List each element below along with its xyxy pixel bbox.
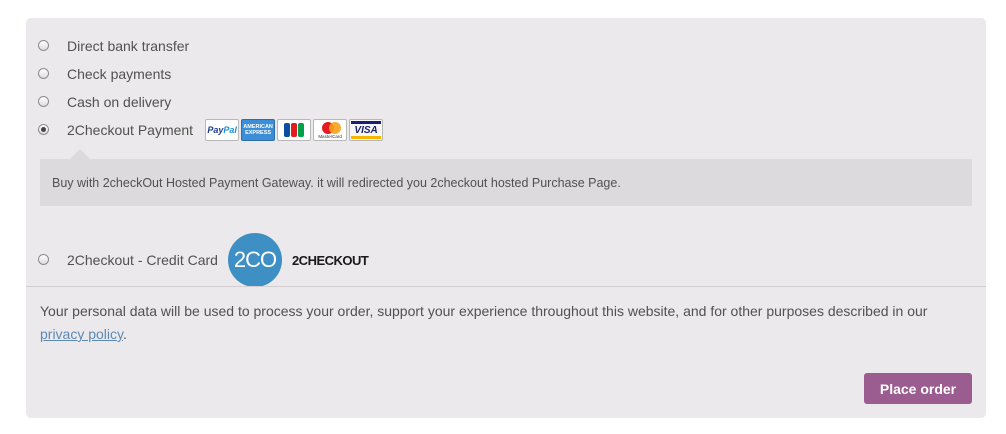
checkout-payment-panel: Direct bank transfer Check payments Cash… xyxy=(26,18,986,418)
radio-2checkout-payment[interactable] xyxy=(38,123,49,135)
mastercard-logo-icon: MasterCard xyxy=(313,119,348,141)
radio-bank-transfer[interactable] xyxy=(38,39,49,51)
payment-method-label[interactable]: 2Checkout - Credit Card xyxy=(67,252,218,268)
radio-2checkout-credit-card[interactable] xyxy=(38,253,49,265)
payment-method-bank-transfer[interactable]: Direct bank transfer xyxy=(38,35,189,57)
payment-method-2checkout-credit-card[interactable]: 2Checkout - Credit Card 2CO 2CHECKOUT xyxy=(38,233,369,287)
payment-description-box: Buy with 2checkOut Hosted Payment Gatewa… xyxy=(40,149,972,206)
radio-check-payments[interactable] xyxy=(38,67,49,79)
american-express-logo-icon: AMERICAN EXPRESS xyxy=(241,119,276,141)
paypal-logo-icon: PayPal xyxy=(205,119,240,141)
2checkout-brand-text: 2CHECKOUT xyxy=(291,252,369,268)
payment-method-label[interactable]: Cash on delivery xyxy=(67,94,171,110)
payment-method-check[interactable]: Check payments xyxy=(38,63,171,85)
privacy-notice: Your personal data will be used to proce… xyxy=(40,303,928,342)
2checkout-logo: 2CO 2CHECKOUT xyxy=(227,233,369,287)
payment-method-label[interactable]: Direct bank transfer xyxy=(67,38,189,54)
payment-method-cod[interactable]: Cash on delivery xyxy=(38,91,171,113)
divider xyxy=(26,286,986,287)
2co-circle-icon: 2CO xyxy=(227,233,282,287)
privacy-policy-link[interactable]: privacy policy xyxy=(40,326,123,342)
accepted-cards: PayPal AMERICAN EXPRESS MasterCard VISA xyxy=(205,119,384,141)
payment-methods-list: Direct bank transfer Check payments Cash… xyxy=(26,18,986,287)
payment-method-2checkout[interactable]: 2Checkout Payment PayPal AMERICAN EXPRESS… xyxy=(38,119,384,141)
jcb-logo-icon xyxy=(277,119,312,141)
payment-method-label[interactable]: Check payments xyxy=(67,66,171,82)
radio-cash-on-delivery[interactable] xyxy=(38,95,49,107)
payment-description-text: Buy with 2checkOut Hosted Payment Gatewa… xyxy=(52,175,621,190)
visa-logo-icon: VISA xyxy=(349,119,384,141)
place-order-button[interactable]: Place order xyxy=(864,373,972,404)
payment-method-label[interactable]: 2Checkout Payment xyxy=(67,122,193,138)
